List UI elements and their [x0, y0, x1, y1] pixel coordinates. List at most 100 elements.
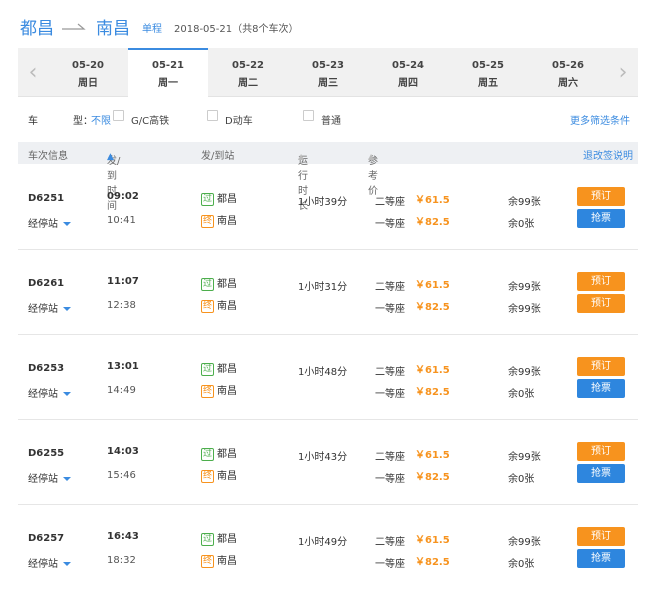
pass-badge: 过	[201, 532, 214, 546]
filter-label: 车	[28, 116, 52, 127]
stops-label: 经停站	[28, 219, 58, 230]
remaining-first: 余0张	[508, 219, 535, 230]
depart-time: 13:01	[107, 361, 139, 372]
grab-ticket-button[interactable]: 抢票	[577, 464, 625, 483]
arrive-time: 10:41	[107, 215, 136, 226]
date-tab-weekday: 周一	[158, 78, 178, 89]
refund-info-link[interactable]: 退改签说明	[583, 147, 633, 162]
pass-badge: 过	[201, 447, 214, 461]
stops-toggle[interactable]: 经停站	[28, 385, 71, 400]
seat-class-first: 一等座	[375, 219, 405, 230]
train-number[interactable]: D6255	[28, 448, 64, 459]
book-button[interactable]: 预订	[577, 527, 625, 546]
seat-class-first: 一等座	[375, 389, 405, 400]
to-station-name: 南昌	[217, 216, 237, 227]
book-button[interactable]: 预订	[577, 294, 625, 313]
to-city: 南昌	[96, 18, 130, 39]
to-station: 终南昌	[201, 552, 237, 568]
date-tab[interactable]: 05-22 周二	[208, 48, 288, 97]
date-selector: ‹ 05-20 周日 05-21 周一 05-22 周二 05-23 周三 05-24 周四 05-…	[18, 48, 638, 98]
book-button[interactable]: 预订	[577, 272, 625, 291]
date-tab[interactable]: 05-25 周五	[448, 48, 528, 97]
stops-toggle[interactable]: 经停站	[28, 300, 71, 315]
train-number[interactable]: D6251	[28, 193, 64, 204]
date-tab[interactable]: 05-24 周四	[368, 48, 448, 97]
remaining-second: 余99张	[508, 537, 541, 548]
prev-date-icon[interactable]: ‹	[18, 48, 48, 97]
terminal-badge: 终	[201, 469, 214, 483]
terminal-badge: 终	[201, 554, 214, 568]
to-station-name: 南昌	[217, 556, 237, 567]
trip-date-info: 2018-05-21（共8个车次）	[174, 24, 299, 35]
train-row: D6261 经停站 11:07 12:38 过都昌终南昌 1小时31分 二等座 ￥61.5 一等…	[18, 250, 638, 335]
pass-badge: 过	[201, 362, 214, 376]
price-second: ￥61.5	[415, 535, 450, 546]
from-city: 都昌	[20, 18, 54, 39]
train-row: D6257 经停站 16:43 18:32 过都昌终南昌 1小时49分 二等座 ￥61.5 一等…	[18, 505, 638, 589]
trip-type[interactable]: 单程	[142, 20, 162, 35]
filter-d-checkbox[interactable]	[207, 110, 218, 121]
train-row: D6255 经停站 14:03 15:46 过都昌终南昌 1小时43分 二等座 ￥61.5 一等…	[18, 420, 638, 505]
from-station-name: 都昌	[217, 194, 237, 205]
from-station-name: 都昌	[217, 364, 237, 375]
from-station-name: 都昌	[217, 279, 237, 290]
seat-class-second: 二等座	[375, 282, 405, 293]
date-tab-weekday: 周五	[478, 78, 498, 89]
date-tab[interactable]: 05-26 周六	[528, 48, 608, 97]
date-tab[interactable]: 05-20 周日	[48, 48, 128, 97]
remaining-second: 余99张	[508, 197, 541, 208]
pass-badge: 过	[201, 277, 214, 291]
date-tab[interactable]: 05-23 周三	[288, 48, 368, 97]
seat-class-first: 一等座	[375, 474, 405, 485]
to-station-name: 南昌	[217, 471, 237, 482]
terminal-badge: 终	[201, 299, 214, 313]
train-row: D6253 经停站 13:01 14:49 过都昌终南昌 1小时48分 二等座 ￥61.5 一等…	[18, 335, 638, 420]
book-button[interactable]: 预订	[577, 187, 625, 206]
remaining-second: 余99张	[508, 452, 541, 463]
remaining-first: 余99张	[508, 304, 541, 315]
stops-toggle[interactable]: 经停站	[28, 470, 71, 485]
from-station: 过都昌	[201, 530, 237, 546]
depart-time: 16:43	[107, 531, 139, 542]
to-station-name: 南昌	[217, 386, 237, 397]
date-tab[interactable]: 05-21 周一	[128, 48, 208, 98]
seat-class-second: 二等座	[375, 452, 405, 463]
stops-toggle[interactable]: 经停站	[28, 555, 71, 570]
filter-d-label: D动车	[225, 116, 253, 127]
depart-time: 09:02	[107, 191, 139, 202]
train-number[interactable]: D6261	[28, 278, 64, 289]
col-stations: 发/到站	[201, 151, 235, 162]
seat-class-first: 一等座	[375, 304, 405, 315]
duration: 1小时48分	[298, 367, 348, 378]
duration: 1小时39分	[298, 197, 348, 208]
stops-toggle[interactable]: 经停站	[28, 215, 71, 230]
date-tab-weekday: 周日	[78, 78, 98, 89]
stops-label: 经停站	[28, 474, 58, 485]
filter-unlimited[interactable]: 不限	[91, 112, 111, 127]
to-station-name: 南昌	[217, 301, 237, 312]
price-first: ￥82.5	[415, 557, 450, 568]
next-date-icon[interactable]: ›	[608, 48, 638, 97]
grab-ticket-button[interactable]: 抢票	[577, 209, 625, 228]
arrive-time: 18:32	[107, 555, 136, 566]
seat-class-second: 二等座	[375, 197, 405, 208]
book-button[interactable]: 预订	[577, 357, 625, 376]
train-row: D6251 经停站 09:02 10:41 过都昌终南昌 1小时39分 二等座 ￥61.5 一等…	[18, 165, 638, 250]
grab-ticket-button[interactable]: 抢票	[577, 379, 625, 398]
duration: 1小时49分	[298, 537, 348, 548]
train-number[interactable]: D6257	[28, 533, 64, 544]
sort-icon: ▲	[298, 152, 305, 161]
filter-gc-checkbox[interactable]	[113, 110, 124, 121]
book-button[interactable]: 预订	[577, 442, 625, 461]
remaining-first: 余0张	[508, 389, 535, 400]
date-tab-date: 05-22	[232, 60, 264, 71]
train-number[interactable]: D6253	[28, 363, 64, 374]
more-filters-link[interactable]: 更多筛选条件	[570, 112, 630, 127]
sort-up-icon: ▲	[107, 152, 114, 162]
date-tab-weekday: 周二	[238, 78, 258, 89]
price-second: ￥61.5	[415, 195, 450, 206]
chevron-down-icon	[63, 477, 71, 481]
filter-normal-checkbox[interactable]	[303, 110, 314, 121]
from-station: 过都昌	[201, 360, 237, 376]
grab-ticket-button[interactable]: 抢票	[577, 549, 625, 568]
